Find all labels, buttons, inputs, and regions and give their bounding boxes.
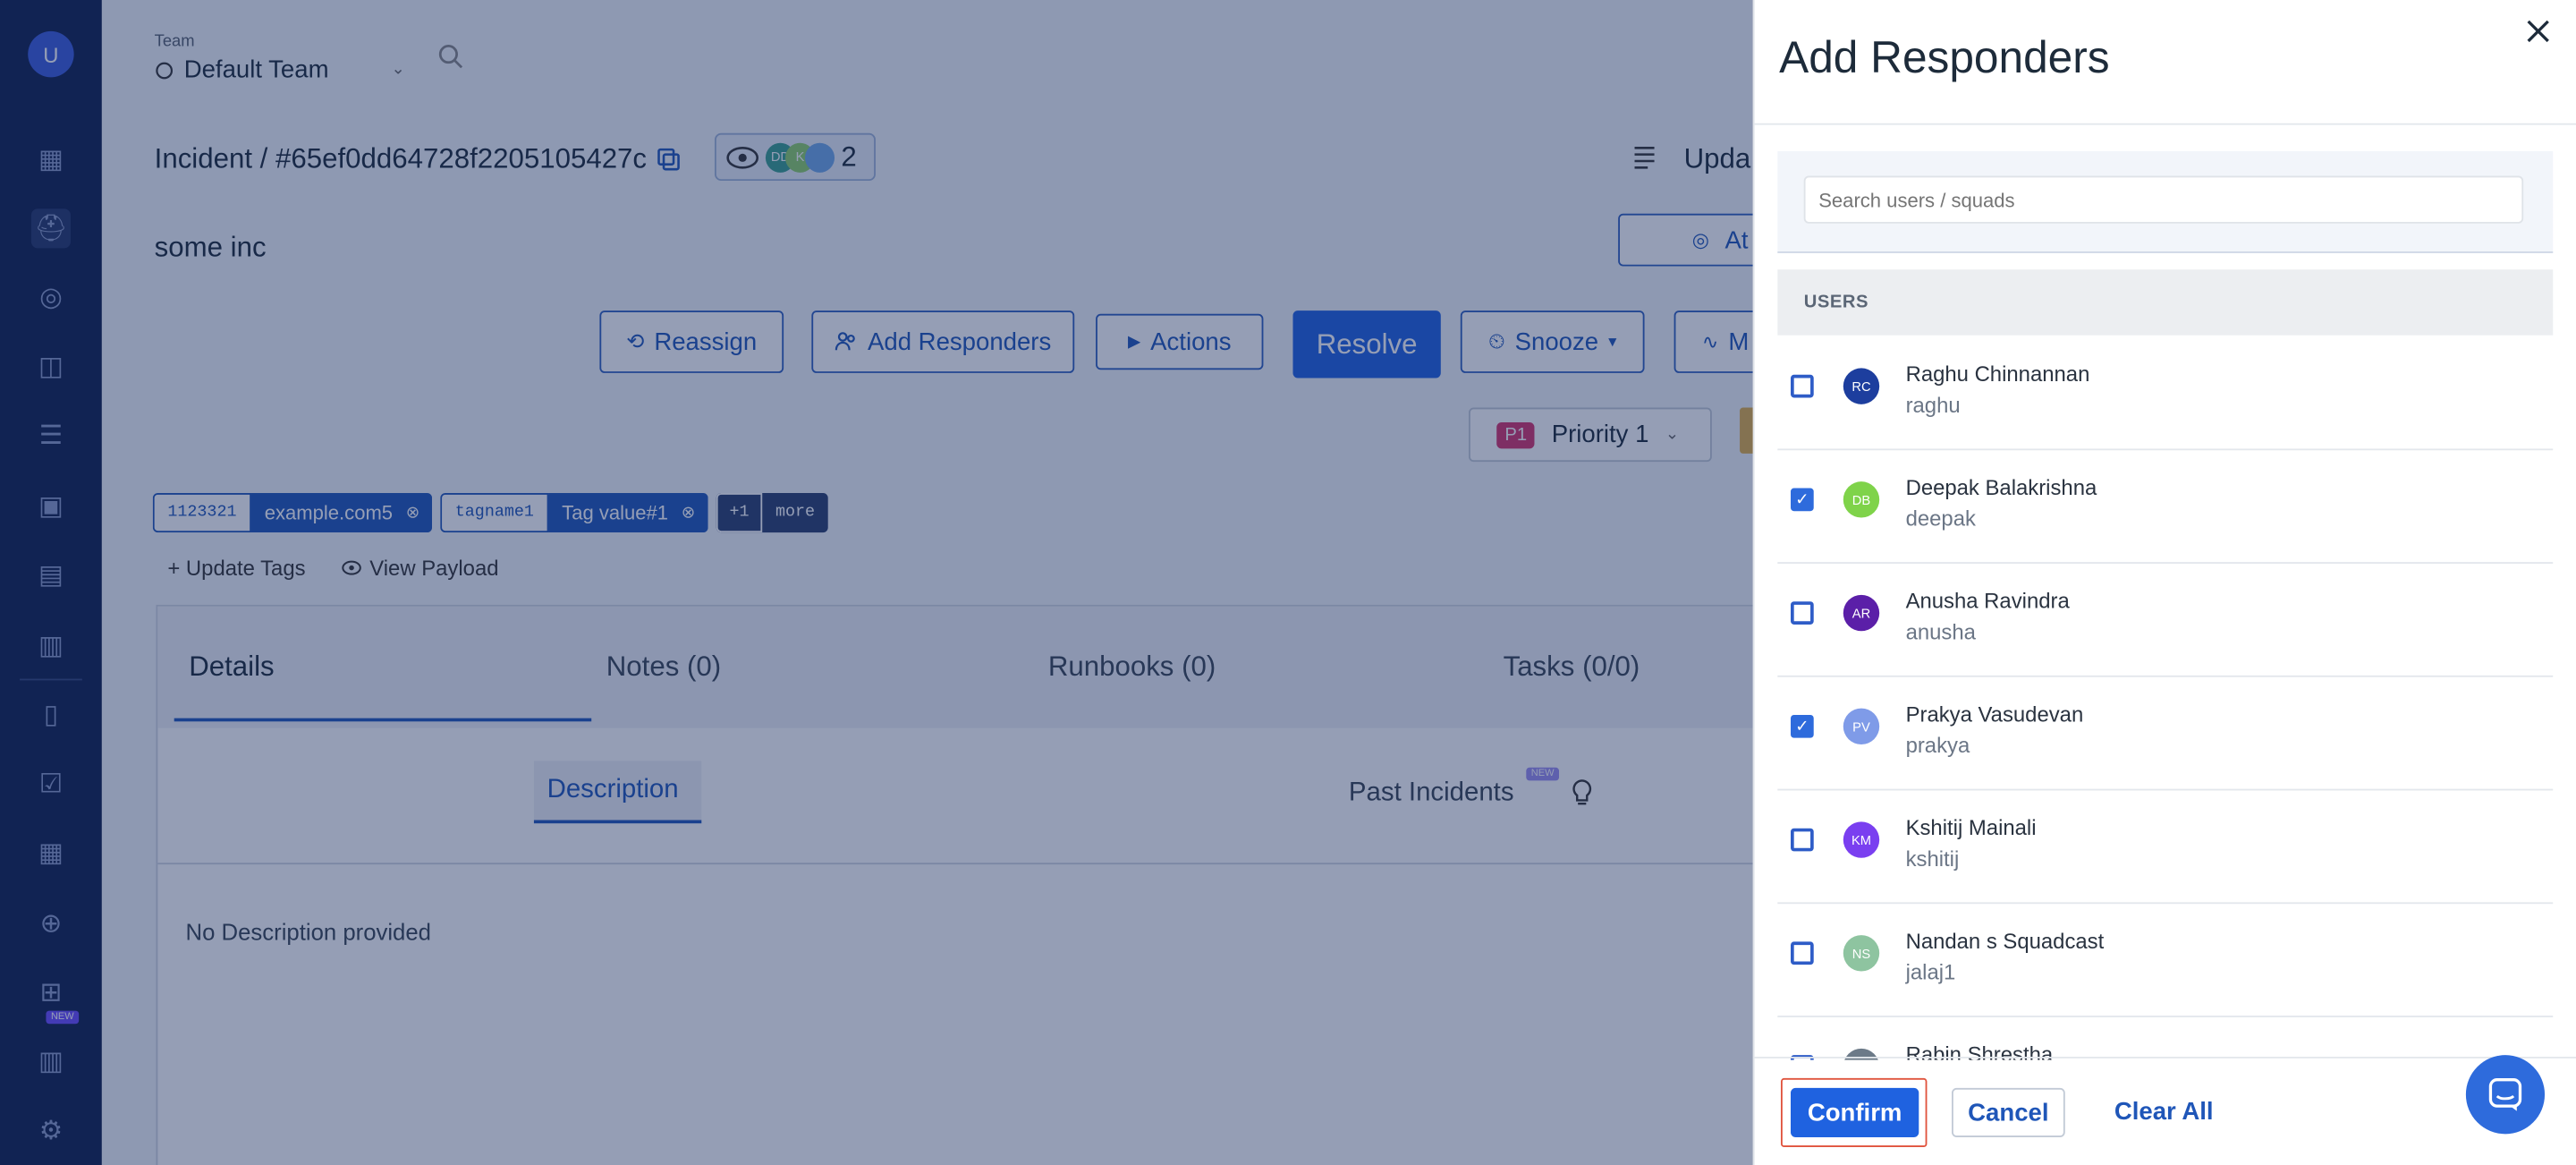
- user-avatar: KM: [1843, 821, 1880, 858]
- chat-icon: [2488, 1078, 2522, 1111]
- user-row[interactable]: RSRabin Shrestha: [1777, 1016, 2553, 1060]
- user-name: Deepak Balakrishna: [1905, 474, 2097, 500]
- modal-overlay[interactable]: [0, 0, 1755, 1165]
- user-row[interactable]: RC Raghu Chinnannan raghu: [1777, 336, 2554, 451]
- user-name: Nandan s Squadcast: [1905, 928, 2105, 954]
- search-container: [1777, 150, 2554, 253]
- users-section-label: USERS: [1803, 292, 1869, 312]
- user-username: deepak: [1905, 506, 1976, 531]
- user-row[interactable]: ✓ DB Deepak Balakrishna deepak: [1777, 448, 2554, 564]
- user-checkbox[interactable]: ✓: [1791, 488, 1814, 512]
- user-name: Anusha Ravindra: [1905, 588, 2070, 614]
- user-name: Prakya Vasudevan: [1905, 702, 2084, 727]
- panel-title: Add Responders: [1779, 32, 2110, 82]
- user-name: Kshitij Mainali: [1905, 815, 2037, 840]
- user-checkbox[interactable]: [1791, 828, 1814, 852]
- cancel-button[interactable]: Cancel: [1951, 1087, 2065, 1137]
- clear-all-button[interactable]: Clear All: [2114, 1098, 2214, 1126]
- user-name: Raghu Chinnannan: [1905, 361, 2090, 387]
- footer-divider: [1754, 1056, 2576, 1059]
- user-avatar: DB: [1843, 481, 1880, 518]
- user-avatar: NS: [1843, 935, 1880, 972]
- user-avatar: AR: [1843, 594, 1880, 632]
- close-icon[interactable]: [2527, 20, 2550, 43]
- user-avatar: PV: [1843, 708, 1880, 745]
- user-row[interactable]: AR Anusha Ravindra anusha: [1777, 562, 2554, 677]
- search-users-input[interactable]: [1803, 175, 2524, 224]
- confirm-button[interactable]: Confirm: [1791, 1087, 1919, 1137]
- users-section-header: USERS: [1777, 269, 2554, 336]
- user-username: jalaj1: [1905, 959, 1956, 985]
- user-checkbox[interactable]: [1791, 374, 1814, 398]
- users-list: RC Raghu Chinnannan raghu ✓ DB Deepak Balakri…: [1755, 336, 2576, 1060]
- chat-launcher[interactable]: [2465, 1055, 2546, 1135]
- user-row[interactable]: KM Kshitij Mainali kshitij: [1777, 789, 2554, 905]
- add-responders-panel: Add Responders USERS RC Raghu Chinnannan r…: [1752, 0, 2576, 1165]
- user-username: kshitij: [1905, 846, 1960, 872]
- user-checkbox[interactable]: [1791, 941, 1814, 965]
- user-row[interactable]: ✓ PV Prakya Vasudevan prakya: [1777, 676, 2554, 791]
- user-checkbox[interactable]: [1791, 601, 1814, 625]
- user-username: prakya: [1905, 733, 1970, 758]
- user-checkbox[interactable]: ✓: [1791, 714, 1814, 738]
- user-avatar: RC: [1843, 368, 1880, 404]
- user-row[interactable]: NS Nandan s Squadcast jalaj1: [1777, 902, 2554, 1017]
- header-divider: [1754, 123, 2576, 125]
- user-username: anusha: [1905, 619, 1976, 644]
- user-username: raghu: [1905, 392, 1961, 418]
